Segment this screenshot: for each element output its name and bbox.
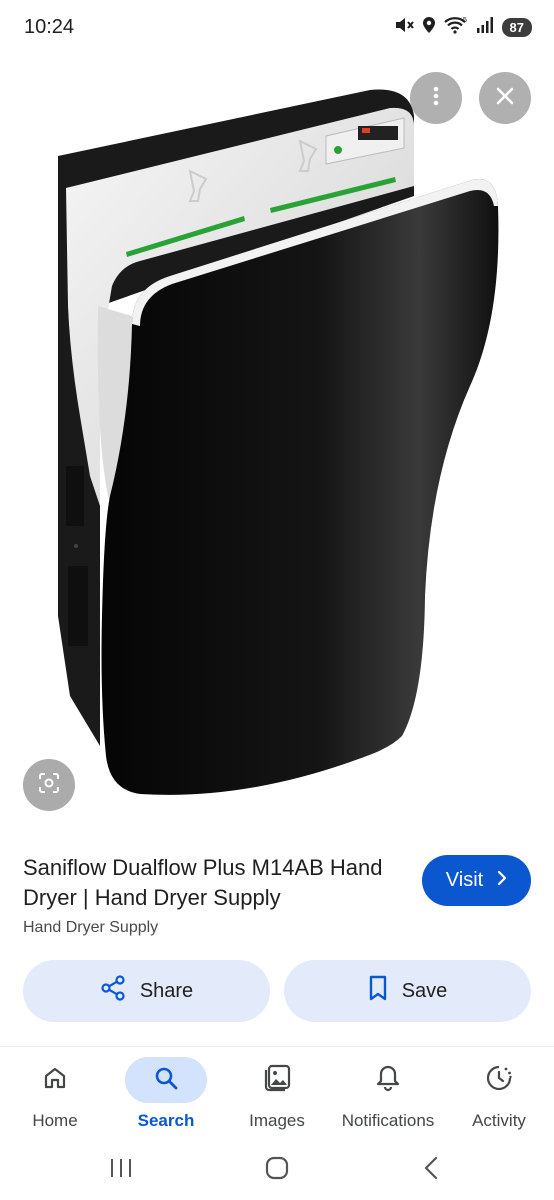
search-icon	[153, 1065, 179, 1096]
status-time: 10:24	[24, 16, 75, 38]
location-icon	[422, 16, 436, 39]
home-circle-icon	[265, 1156, 289, 1185]
activity-icon	[485, 1064, 513, 1097]
status-icons: 5 87	[394, 16, 532, 39]
share-label: Share	[139, 979, 194, 1002]
bottom-navigation: Home Search Images Notifications Activit…	[0, 1046, 554, 1146]
nav-activity-label: Activity	[472, 1111, 526, 1130]
nav-home[interactable]: Home	[0, 1047, 110, 1147]
product-image	[58, 89, 499, 795]
signal-icon	[476, 16, 494, 39]
save-label: Save	[401, 979, 448, 1002]
share-button[interactable]: Share	[23, 960, 270, 1022]
svg-text:5: 5	[463, 17, 467, 24]
close-button[interactable]	[479, 72, 531, 124]
result-source[interactable]: Hand Dryer Supply	[23, 919, 158, 937]
wifi-icon: 5	[443, 16, 468, 39]
bookmark-icon	[368, 975, 388, 1007]
visit-label: Visit	[445, 869, 484, 891]
more-vert-icon	[433, 86, 439, 111]
nav-activity[interactable]: Activity	[444, 1047, 554, 1147]
nav-search-label: Search	[137, 1111, 195, 1130]
result-title[interactable]: Saniflow Dualflow Plus M14AB Hand Dryer …	[23, 853, 393, 913]
images-icon	[262, 1064, 292, 1097]
share-icon	[100, 975, 126, 1007]
nav-notifications[interactable]: Notifications	[333, 1047, 443, 1147]
home-system-button[interactable]	[257, 1152, 297, 1188]
chevron-right-icon	[497, 869, 507, 892]
bell-icon	[376, 1064, 400, 1097]
lens-search-button[interactable]	[23, 759, 75, 811]
system-navigation	[0, 1146, 554, 1200]
image-viewer[interactable]	[0, 56, 554, 826]
nav-images[interactable]: Images	[222, 1047, 332, 1147]
save-button[interactable]: Save	[284, 960, 531, 1022]
recents-button[interactable]	[101, 1152, 141, 1188]
visit-button[interactable]: Visit	[422, 855, 531, 906]
nav-home-label: Home	[32, 1111, 78, 1130]
mute-icon	[394, 16, 414, 39]
lens-icon	[38, 772, 60, 799]
battery-indicator: 87	[501, 18, 532, 37]
nav-search[interactable]: Search	[111, 1047, 221, 1147]
nav-notifications-label: Notifications	[341, 1111, 435, 1130]
back-icon	[423, 1156, 439, 1185]
close-icon	[496, 87, 514, 110]
more-options-button[interactable]	[410, 72, 462, 124]
home-icon	[42, 1065, 68, 1096]
recents-icon	[109, 1157, 133, 1184]
back-button[interactable]	[411, 1152, 451, 1188]
status-bar: 10:24 5 87	[0, 0, 554, 56]
nav-images-label: Images	[249, 1111, 305, 1130]
